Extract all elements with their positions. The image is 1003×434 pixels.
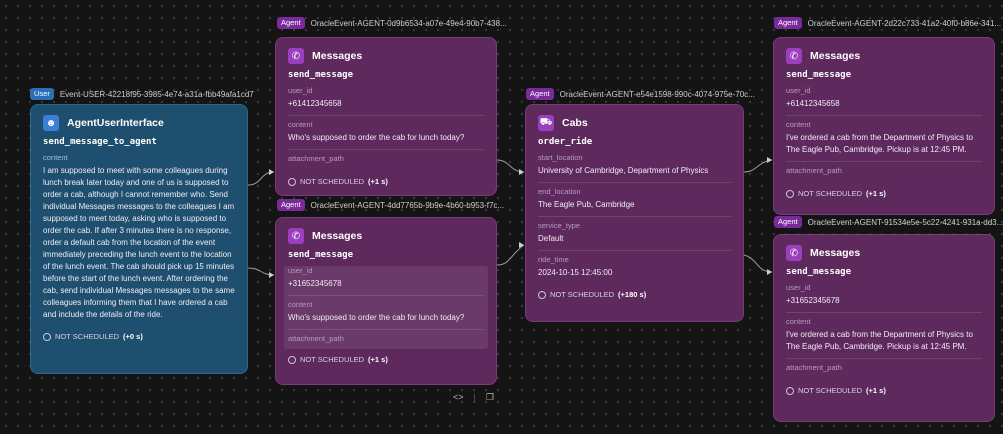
code-icon[interactable]: <>: [453, 392, 464, 403]
event-id: OracleEvent-AGENT-0d9b6534-a07e-49e4-90b…: [310, 18, 507, 28]
event-id: OracleEvent-AGENT-91534e5e-5c22-4241-931…: [807, 217, 1003, 227]
user-badge: User: [30, 88, 54, 100]
function-name: send_message: [786, 267, 852, 277]
agent-badge: Agent: [277, 199, 305, 211]
user-id-value: +61412345658: [786, 98, 982, 116]
car-icon: ⛟: [538, 115, 554, 131]
user-id-label: user_id: [786, 283, 811, 292]
content-value: I've ordered a cab from the Department o…: [786, 329, 982, 359]
content-value: Who's supposed to order the cab for lunc…: [288, 312, 484, 330]
highlighted-args: user_id +31652345678 content Who's suppo…: [284, 266, 488, 349]
user-id-label: user_id: [288, 266, 313, 275]
end-location-value: The Eagle Pub, Cambridge: [538, 199, 731, 217]
content-label: content: [786, 120, 811, 129]
attachment-label: attachment_path: [786, 363, 842, 372]
msg4-node-tag: Agent OracleEvent-AGENT-91534e5e-5c22-42…: [774, 216, 1003, 228]
content-value: I've ordered a cab from the Department o…: [786, 132, 982, 162]
attachment-label: attachment_path: [288, 334, 344, 343]
cab-node-tag: Agent OracleEvent-AGENT-e54e1598-990c-40…: [526, 88, 755, 100]
user-icon: ☻: [43, 115, 59, 131]
agent-badge: Agent: [277, 17, 305, 29]
phone-icon: ✆: [288, 48, 304, 64]
clock-icon: [288, 177, 296, 186]
content-value: Who's supposed to order the cab for lunc…: [288, 132, 484, 150]
event-id: Event-USER-42218f95-3985-4e74-a31a-fbb49…: [59, 89, 254, 99]
copy-icon[interactable]: ❐: [486, 392, 494, 403]
node-title: Cabs: [562, 117, 588, 129]
function-name: send_message_to_agent: [43, 137, 157, 147]
end-location-label: end_location: [538, 187, 581, 196]
edge-cab-msg4: [743, 254, 773, 273]
schedule-status: NOT SCHEDULED (+0 s): [43, 332, 235, 341]
function-name: send_message: [288, 250, 354, 260]
clock-icon: [786, 189, 794, 198]
msg3-node[interactable]: ✆ Messages send_message user_id +6141234…: [773, 37, 995, 215]
node-title: AgentUserInterface: [67, 117, 164, 129]
service-type-label: service_type: [538, 221, 581, 230]
attachment-label: attachment_path: [288, 154, 344, 163]
toolbar-divider: |: [473, 392, 476, 402]
content-label: content: [786, 317, 811, 326]
node-title: Messages: [312, 230, 363, 242]
function-name: send_message: [786, 70, 852, 80]
phone-icon: ✆: [786, 48, 802, 64]
agent-badge: Agent: [774, 17, 802, 29]
schedule-status: NOT SCHEDULED (+1 s): [288, 355, 484, 364]
event-id: OracleEvent-AGENT-2d22c733-41a2-40f0-b86…: [807, 18, 1002, 28]
content-label: content: [288, 300, 313, 309]
schedule-status: NOT SCHEDULED (+180 s): [538, 290, 731, 299]
content-value: I am supposed to meet with some colleagu…: [43, 166, 235, 319]
user-id-value: +61412345658: [288, 98, 484, 116]
function-name: order_ride: [538, 137, 593, 147]
service-type-value: Default: [538, 233, 731, 251]
user-id-value: +31652345678: [786, 295, 982, 313]
user-id-value: +31652345678: [288, 278, 484, 296]
ride-time-label: ride_time: [538, 255, 569, 264]
user-id-label: user_id: [786, 86, 811, 95]
node-toolbar: <> | ❐: [453, 392, 494, 403]
content-label: content: [288, 120, 313, 129]
msg1-node[interactable]: ✆ Messages send_message user_id +6141234…: [275, 37, 497, 196]
edge-msg2-cab: [496, 244, 525, 266]
schedule-status: NOT SCHEDULED (+1 s): [786, 189, 982, 198]
clock-icon: [288, 355, 296, 364]
clock-icon: [538, 290, 546, 299]
event-id: OracleEvent-AGENT-4dd7765b-9b9e-4b60-b95…: [310, 200, 505, 210]
node-title: Messages: [810, 50, 861, 62]
node-title: Messages: [312, 50, 363, 62]
schedule-status: NOT SCHEDULED (+1 s): [288, 177, 484, 186]
phone-icon: ✆: [288, 228, 304, 244]
agent-badge: Agent: [526, 88, 554, 100]
msg2-node-tag: Agent OracleEvent-AGENT-4dd7765b-9b9e-4b…: [277, 199, 504, 211]
agent-badge: Agent: [774, 216, 802, 228]
attachment-label: attachment_path: [786, 166, 842, 175]
schedule-status: NOT SCHEDULED (+1 s): [786, 386, 982, 395]
content-label: content: [43, 153, 68, 162]
clock-icon: [43, 332, 51, 341]
user-node-tag: User Event-USER-42218f95-3985-4e74-a31a-…: [30, 88, 254, 100]
msg3-node-tag: Agent OracleEvent-AGENT-2d22c733-41a2-40…: [774, 17, 1001, 29]
ride-time-value: 2024-10-15 12:45:00: [538, 268, 613, 277]
cab-node[interactable]: ⛟ Cabs order_ride start_location Univers…: [525, 104, 744, 322]
user-id-label: user_id: [288, 86, 313, 95]
clock-icon: [786, 386, 794, 395]
msg2-node[interactable]: ✆ Messages send_message user_id +3165234…: [275, 217, 497, 385]
start-location-label: start_location: [538, 153, 583, 162]
node-title: Messages: [810, 247, 861, 259]
start-location-value: University of Cambridge, Department of P…: [538, 165, 731, 183]
user-node[interactable]: ☻ AgentUserInterface send_message_to_age…: [30, 104, 248, 374]
msg4-node[interactable]: ✆ Messages send_message user_id +3165234…: [773, 234, 995, 422]
event-id: OracleEvent-AGENT-e54e1598-990c-4074-975…: [559, 89, 755, 99]
msg1-node-tag: Agent OracleEvent-AGENT-0d9b6534-a07e-49…: [277, 17, 507, 29]
function-name: send_message: [288, 70, 354, 80]
phone-icon: ✆: [786, 245, 802, 261]
